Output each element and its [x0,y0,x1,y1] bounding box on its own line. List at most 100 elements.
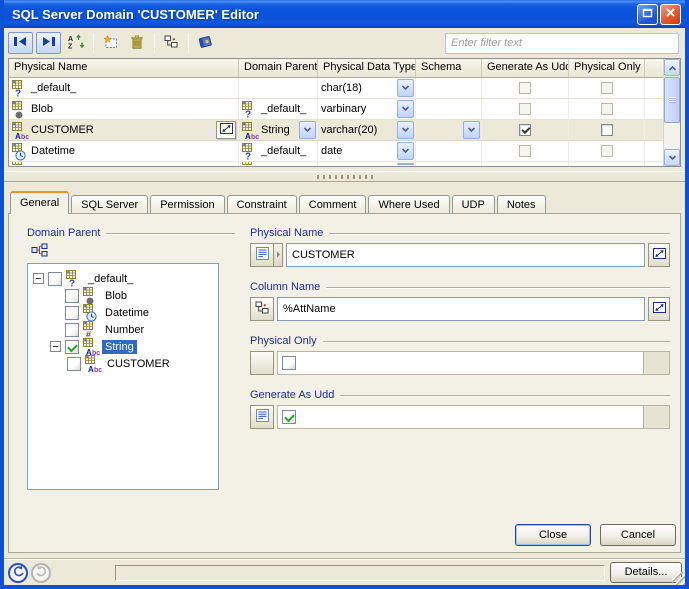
cancel-button[interactable]: Cancel [600,524,676,546]
close-button[interactable]: Close [515,524,591,546]
tab-comment[interactable]: Comment [299,195,367,214]
undo-button[interactable] [8,563,28,583]
column-header-physical-name[interactable]: Physical Name [9,59,239,77]
cell-schema [416,120,482,140]
generate-as-udd-checkbox[interactable] [519,145,531,157]
table-row-partial[interactable] [9,162,680,166]
physical-name-row [250,243,670,267]
tree-item[interactable]: Datetime [28,304,218,321]
sort-az-icon: AZ [68,34,85,52]
close-window-button[interactable] [660,4,681,25]
toolbar-separator [93,33,94,53]
dropdown-button[interactable] [397,100,414,118]
tree-item-selected[interactable]: Abc String [28,338,218,355]
physical-only-checkbox[interactable] [282,356,296,370]
physical-only-checkbox[interactable] [601,124,613,136]
scrollbar-thumb[interactable] [664,77,680,123]
dropdown-button[interactable] [397,79,414,97]
tab-constraint[interactable]: Constraint [227,195,297,214]
tab-general[interactable]: General [10,191,69,214]
tree-checkbox[interactable] [65,323,79,337]
filter-input[interactable] [445,33,679,54]
tab-udp[interactable]: UDP [452,195,495,214]
resize-grip[interactable] [672,572,685,585]
physical-name-text: Blob [31,103,53,115]
column-header-domain-parent[interactable]: Domain Parent [239,59,318,77]
generate-as-udd-checkbox[interactable] [519,124,531,136]
dropdown-button[interactable] [397,121,414,139]
domain-icon [12,101,29,118]
generate-as-udd-checkbox[interactable] [519,82,531,94]
tree-checkbox[interactable] [65,340,79,354]
question-icon: ? [245,108,253,119]
dropdown-button[interactable] [299,121,316,139]
cell-domain-parent [239,78,318,98]
tree-collapse-toggle[interactable] [50,341,61,352]
mini-arrow-button[interactable] [274,243,283,267]
table-row[interactable]: ? _default_ char(18) [9,78,680,99]
tree-item[interactable]: Abc CUSTOMER [28,355,218,372]
table-row[interactable]: Datetime ? _default_ date [9,141,680,162]
table-row[interactable]: Blob ? _default_ varbinary [9,99,680,120]
column-header-generate-as-udd[interactable]: Generate As Udd [482,59,569,77]
cell-generate-as-udd [482,141,569,161]
table-row-selected[interactable]: Abc CUSTOMER Abc String varchar(20) [9,120,680,141]
column-header-physical-data-type[interactable]: Physical Data Type [318,59,416,77]
physical-only-checkbox[interactable] [601,145,613,157]
tree-checkbox[interactable] [67,357,81,371]
domain-parent-tree: ? _default_ Blob Datetime [27,263,219,490]
cell-schema [416,141,482,161]
dictionary-button[interactable] [193,32,217,54]
question-icon: ? [69,277,77,288]
physical-name-input[interactable] [286,243,645,267]
cell-physical-only [569,120,645,140]
dropdown-button[interactable] [463,121,480,139]
scroll-down-button[interactable] [664,149,680,166]
tree-checkbox[interactable] [48,272,62,286]
cell-generate-as-udd [482,99,569,119]
column-header-schema[interactable]: Schema [416,59,482,77]
physical-only-checkbox[interactable] [601,103,613,115]
cell-generate-as-udd [482,162,569,166]
domain-tree-toolbar-icon[interactable] [31,243,235,257]
dropdown-button[interactable] [397,163,414,165]
tree-item[interactable]: ? _default_ [28,270,218,287]
dropdown-button[interactable] [397,142,414,160]
tree-collapse-toggle[interactable] [33,273,44,284]
cell-physical-only [569,99,645,119]
hierarchy-button[interactable] [159,32,183,54]
tab-where-used[interactable]: Where Used [368,195,449,214]
tree-item[interactable]: Blob [28,287,218,304]
scroll-up-button[interactable] [664,59,680,76]
tab-notes[interactable]: Notes [497,195,546,214]
delete-button[interactable] [125,32,149,54]
new-domain-button[interactable] [98,32,122,54]
expand-editor-button[interactable] [648,297,670,321]
previous-button[interactable] [8,32,33,54]
maximize-button[interactable] [637,4,658,25]
generate-as-udd-checkbox[interactable] [519,103,531,115]
list-button[interactable] [250,405,274,429]
tree-item[interactable]: # Number [28,321,218,338]
svg-text:?: ? [69,279,75,289]
expand-editor-button[interactable] [216,121,236,139]
list-button[interactable] [250,243,274,267]
splitter[interactable] [4,171,685,182]
next-button[interactable] [36,32,61,54]
tree-checkbox[interactable] [65,306,79,320]
column-name-label: Column Name [250,281,320,293]
column-name-input[interactable] [277,297,645,321]
redo-button[interactable] [31,563,51,583]
tab-sql-server[interactable]: SQL Server [71,195,148,214]
inherit-button[interactable] [250,297,274,321]
vertical-scrollbar[interactable] [663,59,680,166]
tab-permission[interactable]: Permission [150,195,224,214]
column-header-physical-only[interactable]: Physical Only [569,59,645,77]
sort-az-button[interactable]: AZ [64,32,88,54]
expand-editor-button[interactable] [648,243,670,267]
generate-as-udd-checkbox[interactable] [282,410,296,424]
physical-only-checkbox[interactable] [601,82,613,94]
tree-checkbox[interactable] [65,289,79,303]
blank-button[interactable] [250,351,274,375]
domain-icon: Abc [85,355,102,372]
